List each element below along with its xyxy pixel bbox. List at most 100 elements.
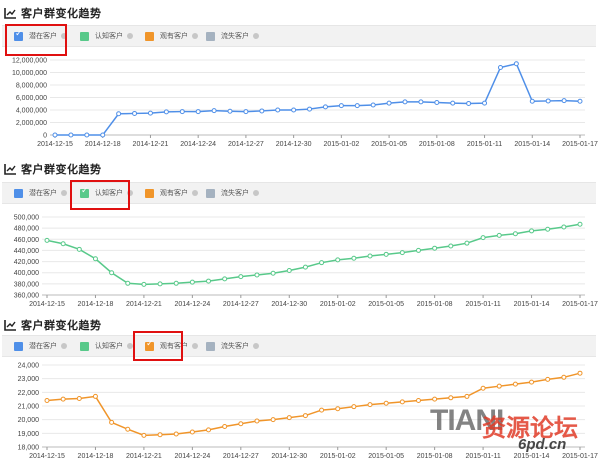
x-tick-label: 2014-12-18 — [78, 301, 114, 308]
y-tick-label: 460,000 — [14, 237, 39, 244]
help-icon[interactable] — [253, 33, 259, 39]
checkbox-icon[interactable] — [206, 31, 215, 41]
data-point — [545, 226, 551, 232]
line-chart-existing: 18,000 19,000 20,000 21,000 22,000 23,000 24,0… — [18, 363, 598, 461]
help-icon[interactable] — [192, 190, 198, 196]
data-point — [529, 228, 535, 234]
data-point — [291, 107, 297, 113]
data-point — [109, 419, 115, 425]
data-point — [561, 374, 567, 380]
checkbox-icon[interactable] — [145, 188, 154, 198]
legend-item-potential[interactable]: 潜在客户 — [14, 340, 67, 352]
y-tick-label: 4,000,000 — [16, 108, 47, 115]
data-point — [319, 407, 325, 413]
help-icon[interactable] — [127, 33, 133, 39]
checkbox-icon[interactable] — [14, 341, 23, 351]
data-point — [125, 426, 131, 432]
legend-item-lost[interactable]: 流失客户 — [206, 187, 259, 199]
x-tick-label: 2014-12-30 — [271, 301, 307, 308]
data-point — [222, 424, 228, 429]
x-tick-label: 2014-12-18 — [85, 141, 121, 148]
data-point — [189, 279, 195, 285]
data-point — [206, 427, 212, 433]
legend-label: 认知客户 — [95, 343, 123, 350]
help-icon[interactable] — [192, 33, 198, 39]
legend-label: 流失客户 — [221, 190, 249, 197]
x-tick-label: 2014-12-27 — [228, 141, 264, 148]
x-tick-label: 2015-01-17 — [562, 453, 598, 460]
help-icon[interactable] — [61, 343, 67, 349]
data-point — [386, 100, 392, 106]
checkbox-icon[interactable] — [145, 31, 154, 41]
legend-item-aware[interactable]: 认知客户 — [80, 340, 133, 352]
legend-item-aware[interactable]: 认知客户 — [80, 30, 133, 42]
legend-label: 流失客户 — [221, 33, 249, 40]
help-icon[interactable] — [253, 190, 259, 196]
data-point — [415, 398, 421, 404]
data-point — [84, 132, 90, 138]
y-tick-label: 24,000 — [18, 363, 40, 370]
help-icon[interactable] — [192, 343, 198, 349]
highlight-box — [70, 180, 130, 210]
data-point — [44, 398, 50, 404]
y-tick-label: 360,000 — [14, 293, 39, 300]
data-point — [466, 100, 472, 106]
data-point — [275, 107, 281, 113]
y-tick-label: 8,000,000 — [16, 83, 47, 90]
x-tick-label: 2015-01-17 — [562, 301, 598, 308]
data-point — [270, 417, 276, 423]
y-tick-label: 380,000 — [14, 281, 39, 288]
x-tick-label: 2015-01-02 — [320, 453, 356, 460]
x-tick-label: 2014-12-15 — [37, 141, 73, 148]
data-point — [100, 132, 106, 138]
data-point — [561, 224, 567, 230]
checkbox-icon[interactable] — [14, 188, 23, 198]
series-line — [46, 372, 581, 437]
x-tick-label: 2015-01-14 — [514, 141, 550, 148]
data-point — [307, 106, 313, 112]
data-point — [432, 245, 438, 251]
data-point — [211, 108, 217, 114]
series-line — [55, 62, 581, 136]
data-point — [302, 264, 308, 270]
data-point — [367, 402, 373, 408]
data-point — [222, 276, 228, 282]
legend-item-lost[interactable]: 流失客户 — [206, 340, 259, 352]
data-point — [254, 418, 260, 424]
y-tick-label: 21,000 — [18, 404, 40, 411]
data-point — [189, 429, 195, 435]
checkbox-icon[interactable] — [206, 341, 215, 351]
chart-title: 客户群变化趋势 — [21, 8, 102, 20]
y-tick-label: 20,000 — [18, 417, 40, 424]
legend-item-potential[interactable]: 潜在客户 — [14, 187, 67, 199]
line-chart-icon — [4, 164, 16, 175]
data-point — [68, 132, 74, 138]
data-point — [179, 109, 185, 115]
legend-item-lost[interactable]: 流失客户 — [206, 30, 259, 42]
x-tick-label: 2014-12-18 — [78, 453, 114, 460]
data-point — [92, 393, 98, 399]
data-point — [415, 247, 421, 253]
y-tick-label: 500,000 — [14, 215, 39, 222]
data-point — [512, 381, 518, 387]
x-tick-label: 2015-01-17 — [562, 141, 598, 148]
data-point — [545, 98, 551, 104]
data-point — [432, 396, 438, 402]
data-point — [147, 110, 153, 116]
data-point — [448, 243, 454, 249]
x-tick-label: 2014-12-24 — [180, 141, 216, 148]
data-point — [44, 237, 50, 243]
help-icon[interactable] — [61, 190, 67, 196]
checkbox-icon[interactable] — [206, 188, 215, 198]
data-point — [383, 251, 389, 257]
x-tick-label: 2014-12-21 — [126, 453, 162, 460]
checkbox-icon[interactable] — [80, 31, 89, 41]
data-point — [399, 399, 405, 405]
y-tick-label: 10,000,000 — [12, 70, 47, 77]
y-tick-label: 2,000,000 — [16, 120, 47, 127]
chart-title: 客户群变化趋势 — [21, 164, 102, 176]
checkbox-icon[interactable] — [80, 341, 89, 351]
legend-item-existing[interactable]: 观有客户 — [145, 187, 198, 199]
help-icon[interactable] — [253, 343, 259, 349]
legend-item-existing[interactable]: 观有客户 — [145, 30, 198, 42]
